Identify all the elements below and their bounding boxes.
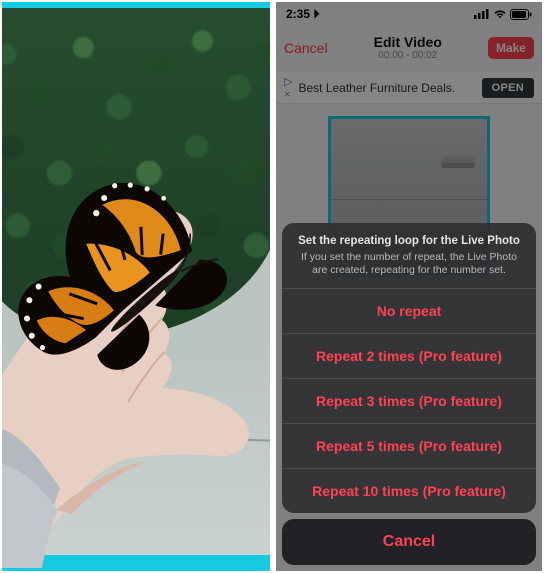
option-no-repeat[interactable]: No repeat [282, 289, 536, 334]
photo-pane [2, 2, 270, 571]
action-sheet-group: Set the repeating loop for the Live Phot… [282, 223, 536, 513]
action-sheet-title: Set the repeating loop for the Live Phot… [296, 235, 522, 247]
option-repeat-2-times[interactable]: Repeat 2 times (Pro feature) [282, 334, 536, 379]
option-repeat-10-times[interactable]: Repeat 10 times (Pro feature) [282, 469, 536, 513]
action-sheet-subtitle: If you set the number of repeat, the Liv… [296, 251, 522, 278]
photo [2, 18, 270, 555]
app-pane: 2:35 ⏵ Cancel Edit Video 00:00 - 00:02 M… [276, 2, 542, 571]
option-repeat-5-times[interactable]: Repeat 5 times (Pro feature) [282, 424, 536, 469]
action-sheet-header: Set the repeating loop for the Live Phot… [282, 223, 536, 289]
hand-with-butterfly [2, 58, 270, 568]
option-repeat-3-times[interactable]: Repeat 3 times (Pro feature) [282, 379, 536, 424]
action-sheet-cancel-button[interactable]: Cancel [282, 519, 536, 565]
action-sheet: Set the repeating loop for the Live Phot… [282, 223, 536, 565]
